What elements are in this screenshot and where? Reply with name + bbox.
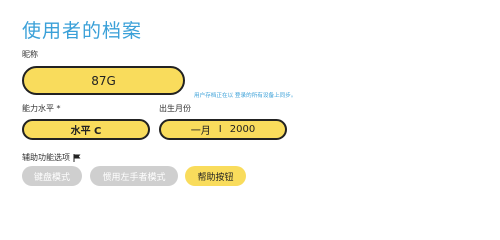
birth-month-select[interactable]: 一月 I 2000 — [159, 119, 287, 140]
flag-icon[interactable] — [73, 153, 81, 162]
nickname-value: 87G — [91, 73, 116, 88]
help-button-label: 帮助按钮 — [197, 172, 234, 183]
left-handed-mode-toggle[interactable]: 惯用左手者模式 — [90, 166, 178, 186]
birth-year-value: 2000 — [229, 124, 256, 135]
sync-hint: 用户存档正在以 登录的所有设备上同步。 — [194, 93, 297, 99]
level-value: 水平 C — [70, 126, 102, 137]
keyboard-mode-label: 键盘模式 — [33, 172, 70, 183]
nickname-label: 昵称 — [22, 50, 38, 59]
left-handed-mode-label: 惯用左手者模式 — [102, 172, 166, 183]
birth-separator: I — [218, 124, 222, 135]
assist-options-text: 辅助功能选项 — [22, 153, 70, 162]
help-button-toggle[interactable]: 帮助按钮 — [185, 166, 246, 186]
level-label: 能力水平 * — [22, 104, 61, 113]
birth-month-value: 一月 — [190, 126, 211, 137]
assist-options-label: 辅助功能选项 — [22, 152, 81, 163]
page-title: 使用者的档案 — [22, 20, 143, 42]
nickname-field[interactable]: 87G — [22, 66, 185, 95]
keyboard-mode-toggle[interactable]: 键盘模式 — [22, 166, 82, 186]
birth-month-label: 出生月份 — [159, 104, 191, 113]
level-select[interactable]: 水平 C — [22, 119, 150, 140]
